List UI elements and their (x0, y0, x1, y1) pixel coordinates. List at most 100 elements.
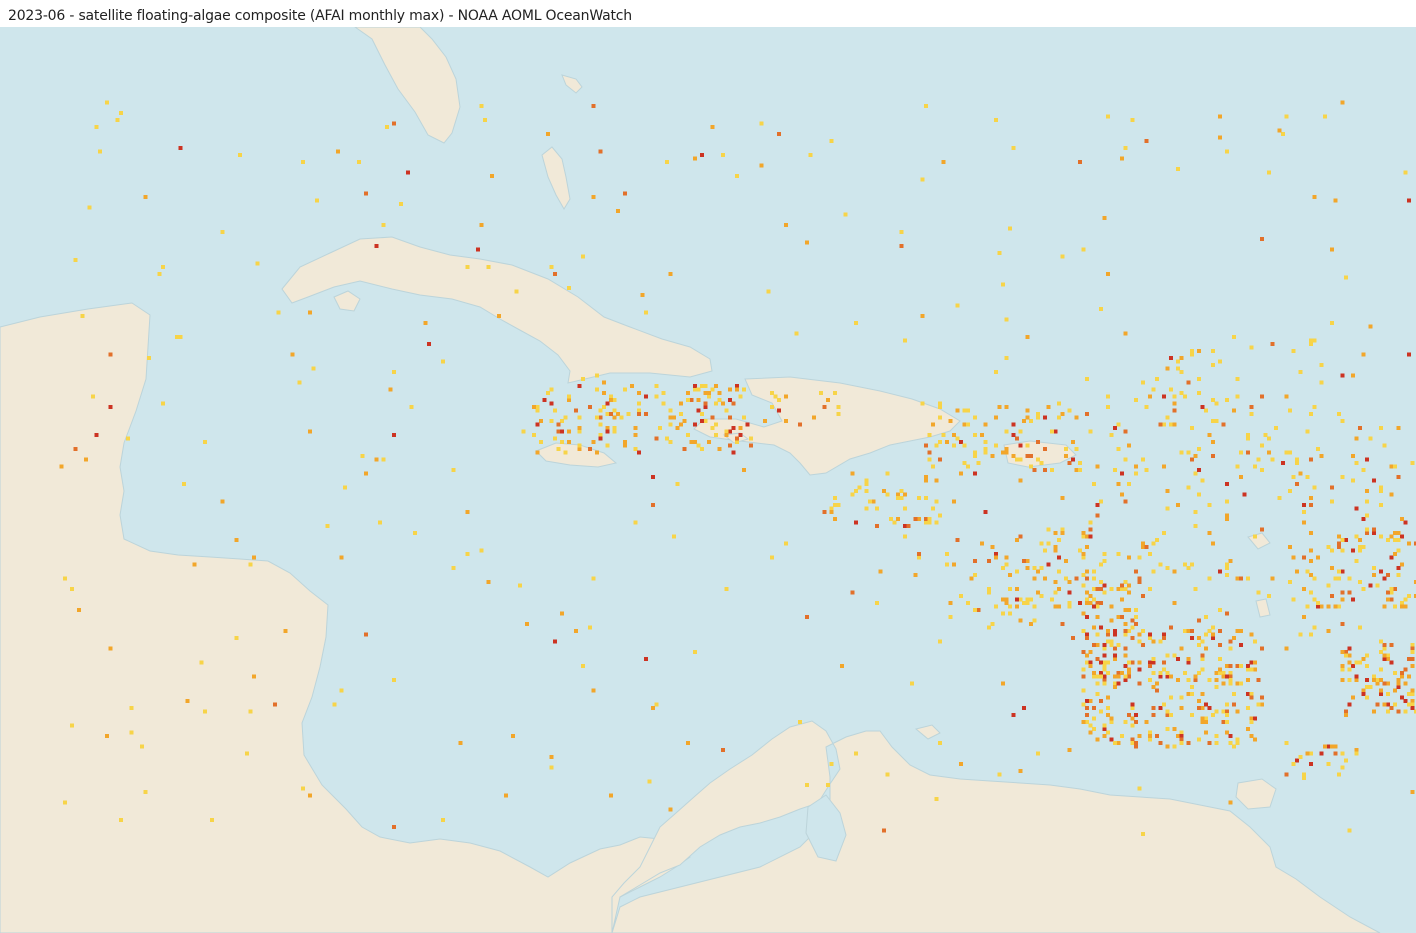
algae-cell (1067, 748, 1072, 752)
algae-cell (1057, 401, 1061, 406)
algae-cell (1337, 412, 1341, 416)
algae-cell (1347, 646, 1352, 651)
algae-cell (1214, 419, 1219, 423)
algae-cell (1256, 678, 1261, 682)
algae-cell (1029, 454, 1033, 458)
algae-cell (917, 552, 921, 556)
algae-cell (1106, 660, 1110, 665)
algae-cell (1249, 405, 1254, 409)
algae-cell (938, 457, 942, 462)
algae-cell (938, 440, 942, 444)
algae-cell (1120, 615, 1124, 619)
algae-cell (1036, 457, 1040, 462)
algae-cell (1365, 489, 1369, 493)
algae-cell (1088, 594, 1093, 598)
algae-cell (297, 380, 302, 385)
algae-cell (1284, 646, 1289, 651)
algae-cell (1144, 405, 1149, 409)
algae-cell (1008, 226, 1012, 231)
algae-cell (1060, 496, 1065, 500)
algae-cell (637, 391, 641, 395)
algae-cell (1102, 216, 1107, 220)
algae-cell (115, 118, 120, 122)
algae-cell (1347, 678, 1352, 682)
algae-cell (276, 310, 281, 315)
algae-cell (696, 398, 701, 402)
algae-cell (143, 790, 148, 794)
algae-cell (595, 387, 599, 392)
algae-cell (1382, 443, 1387, 448)
algae-cell (1064, 447, 1068, 451)
algae-cell (1127, 660, 1131, 665)
algae-cell (542, 398, 547, 402)
algae-cell (654, 384, 659, 388)
algae-cell (546, 391, 550, 395)
algae-cell (1379, 426, 1383, 430)
algae-cell (934, 443, 939, 448)
algae-cell (532, 433, 536, 437)
algae-cell (955, 538, 960, 542)
algae-cell (1256, 590, 1261, 595)
algae-cell (721, 748, 725, 752)
algae-cell (1407, 352, 1411, 357)
algae-cell (1305, 429, 1310, 434)
algae-cell (1295, 461, 1299, 465)
algae-cell (1351, 373, 1355, 378)
algae-cell (987, 587, 991, 591)
algae-cell (1323, 114, 1327, 119)
algae-cell (332, 702, 337, 707)
algae-cell (1092, 587, 1096, 591)
algae-cell (1284, 450, 1289, 455)
algae-cell (1225, 499, 1229, 504)
algae-cell (1239, 643, 1243, 647)
algae-cell (1358, 426, 1362, 430)
algae-cell (1018, 534, 1023, 539)
algae-cell (1200, 706, 1205, 710)
algae-cell (1015, 457, 1019, 462)
algae-cell (1165, 744, 1170, 749)
algae-cell (1204, 615, 1208, 619)
algae-cell (612, 429, 617, 434)
algae-cell (1165, 713, 1170, 717)
algae-cell (1354, 674, 1359, 679)
algae-cell (1113, 657, 1117, 661)
algae-cell (693, 387, 697, 392)
algae-cell (1183, 562, 1187, 567)
algae-cell (721, 401, 725, 406)
algae-cell (1347, 576, 1352, 581)
algae-cell (1235, 664, 1240, 668)
algae-cell (1046, 541, 1051, 546)
map-canvas[interactable] (0, 27, 1416, 933)
algae-cell (1386, 573, 1390, 577)
algae-cell (854, 321, 858, 325)
algae-cell (1337, 541, 1341, 546)
algae-cell (553, 272, 557, 276)
algae-cell (1095, 692, 1100, 696)
algae-cell (1102, 723, 1107, 728)
algae-cell (1379, 534, 1383, 539)
algae-cell (1393, 587, 1397, 591)
algae-cell (1400, 695, 1404, 700)
algae-cell (560, 440, 564, 444)
algae-cell (1228, 674, 1233, 679)
algae-cell (1099, 587, 1103, 591)
algae-cell (1365, 513, 1369, 518)
algae-cell (1211, 625, 1215, 630)
algae-cell (1137, 734, 1142, 738)
algae-cell (1116, 681, 1121, 686)
algae-cell (889, 517, 893, 521)
algae-cell (567, 429, 571, 434)
algae-cell (1102, 583, 1107, 588)
algae-cell (1060, 622, 1065, 626)
algae-cell (973, 573, 977, 577)
algae-cell (1106, 632, 1110, 637)
algae-cell (679, 401, 683, 406)
algae-cell (1179, 450, 1184, 455)
algae-cell (1099, 709, 1103, 714)
algae-cell (1340, 419, 1345, 423)
algae-cell (1095, 657, 1100, 661)
algae-cell (1130, 618, 1135, 623)
algae-cell (1067, 408, 1072, 413)
algae-cell (1309, 548, 1313, 553)
algae-cell (1092, 625, 1096, 630)
